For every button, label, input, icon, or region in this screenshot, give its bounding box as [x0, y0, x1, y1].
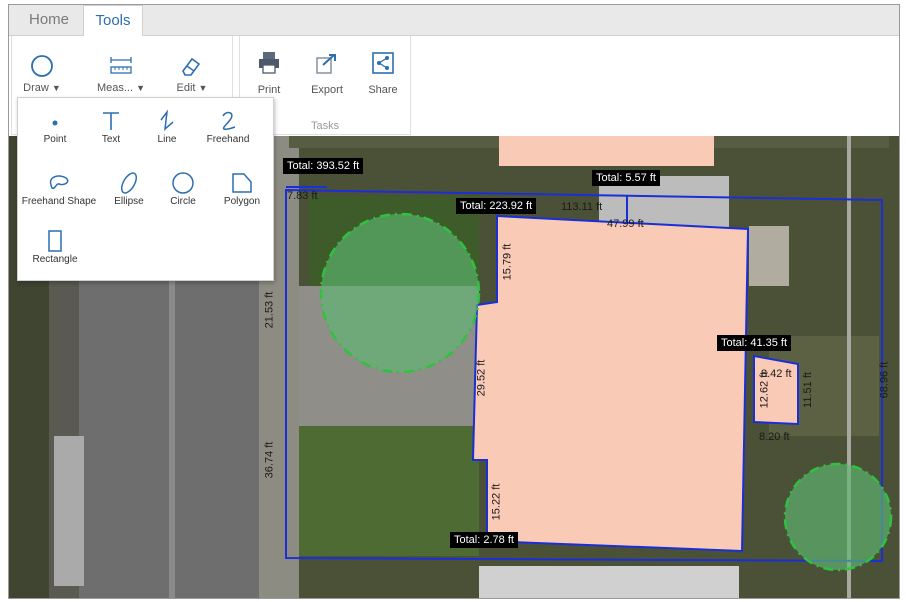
draw-label: Draw	[23, 82, 49, 94]
line-label: Line	[157, 134, 177, 145]
measure-label: 113.11 ft	[561, 201, 603, 213]
text-label: Text	[101, 134, 121, 145]
rectangle-label: Rectangle	[32, 254, 78, 265]
print-button[interactable]: Print	[249, 50, 289, 96]
share-icon	[372, 52, 394, 74]
ellipse-label: Ellipse	[114, 196, 144, 207]
circle-icon	[172, 172, 194, 194]
share-button[interactable]: Share	[363, 50, 403, 96]
measure-label: 15.79 ft	[501, 243, 514, 281]
freehand-label: Freehand	[206, 134, 250, 145]
tasks-group-label: Tasks	[311, 120, 340, 132]
draw-rectangle-tool[interactable]: Rectangle	[24, 228, 86, 265]
measure-label: 11.51 ft	[801, 372, 814, 408]
app-window: Home Tools Draw ▼ Meas... ▼ Edit ▼ Print…	[8, 4, 900, 599]
tab-bar: Home Tools	[9, 5, 899, 37]
freehand-shape-icon	[49, 175, 69, 190]
rectangle-icon	[48, 230, 62, 252]
export-button[interactable]: Export	[305, 50, 349, 96]
measure-label: 7.83 ft	[287, 190, 318, 202]
polygon-label: Polygon	[223, 196, 261, 207]
draw-menu-popup: Point Text Line Freehand Freehand Shape …	[17, 97, 274, 281]
draw-circle-tool[interactable]: Circle	[158, 170, 208, 207]
ellipse-icon	[120, 172, 138, 194]
measure-label: 47.99 ft	[607, 218, 644, 230]
measure-label: 21.53 ft	[263, 291, 276, 329]
chevron-down-icon: ▼	[51, 83, 61, 93]
export-icon	[316, 54, 336, 74]
point-icon	[52, 120, 58, 126]
eraser-edit-icon	[182, 57, 201, 76]
point-label: Point	[43, 134, 67, 145]
total-label: Total: 5.57 ft	[592, 170, 660, 186]
measure-label: 36.74 ft	[263, 441, 276, 479]
measure-label: 68.96 ft	[878, 361, 891, 399]
circle-label: Circle	[170, 196, 196, 207]
house-footprint	[471, 214, 750, 553]
print-label: Print	[257, 84, 281, 96]
chevron-down-icon: ▼	[198, 83, 208, 93]
total-label: Total: 2.78 ft	[450, 532, 518, 548]
chevron-down-icon: ▼	[136, 83, 146, 93]
measure-label: 8.20 ft	[759, 431, 790, 443]
line-icon	[160, 109, 174, 131]
total-label: Total: 393.52 ft	[283, 158, 364, 174]
measure-label: 12.62 ft	[758, 371, 771, 409]
edit-button[interactable]: Edit ▼	[167, 54, 217, 94]
tree-circle-right	[783, 462, 893, 572]
draw-ellipse-tool[interactable]: Ellipse	[104, 170, 154, 207]
draw-text-tool[interactable]: Text	[86, 108, 136, 145]
tab-tools[interactable]: Tools	[83, 5, 143, 37]
total-label: Total: 223.92 ft	[456, 198, 537, 214]
measure-button[interactable]: Meas... ▼	[91, 54, 151, 94]
circle-draw-icon	[31, 55, 53, 77]
share-label: Share	[368, 84, 398, 96]
draw-line-tool[interactable]: Line	[142, 108, 192, 145]
measure-label: 15.22 ft	[490, 483, 503, 521]
tree-circle-left	[319, 212, 481, 374]
printer-icon	[259, 52, 279, 74]
freehand-shape-label: Freehand Shape	[21, 196, 97, 207]
freehand-icon	[222, 111, 236, 130]
neighbor-shape	[499, 136, 714, 166]
tab-home[interactable]: Home	[19, 5, 79, 35]
ruler-measure-icon	[110, 57, 132, 74]
draw-polygon-tool[interactable]: Polygon	[214, 170, 270, 207]
total-label: Total: 41.35 ft	[717, 335, 792, 351]
draw-freehand-shape-tool[interactable]: Freehand Shape	[20, 170, 98, 207]
measure-label: 29.52 ft	[475, 359, 488, 397]
polygon-icon	[232, 173, 252, 193]
measure-label: Meas...	[96, 82, 134, 94]
draw-freehand-tool[interactable]: Freehand	[198, 108, 258, 145]
edit-label: Edit	[176, 82, 196, 94]
text-t-icon	[103, 112, 119, 130]
draw-point-tool[interactable]: Point	[30, 108, 80, 145]
export-label: Export	[311, 84, 343, 96]
draw-button[interactable]: Draw ▼	[17, 54, 67, 94]
